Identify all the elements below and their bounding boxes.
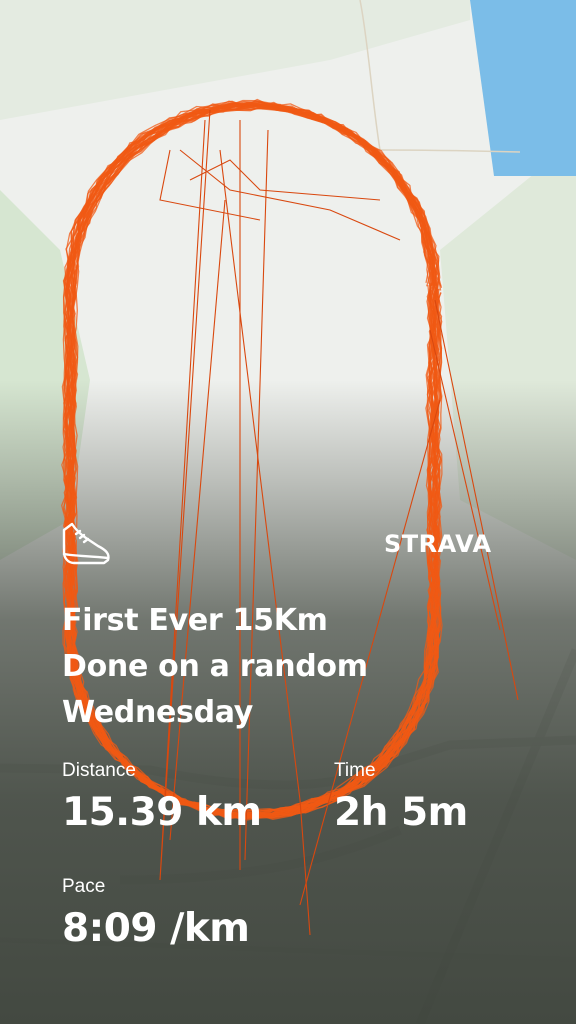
activity-title-line: First Ever 15Km (62, 603, 328, 638)
strava-logo: STRAVA (384, 530, 492, 558)
activity-title: First Ever 15Km Done on a random Wednesd… (62, 598, 522, 736)
pace-value: 8:09 /km (62, 906, 250, 951)
activity-title-line: Wednesday (62, 695, 254, 730)
stats-overlay: STRAVA First Ever 15Km Done on a random … (0, 0, 576, 1024)
time-value: 2h 5m (334, 790, 468, 835)
distance-label: Distance (62, 760, 136, 781)
running-shoe-icon (62, 522, 110, 565)
activity-title-line: Done on a random (62, 649, 368, 684)
share-card: STRAVA First Ever 15Km Done on a random … (0, 0, 576, 1024)
pace-label: Pace (62, 876, 106, 897)
time-label: Time (334, 760, 376, 781)
distance-value: 15.39 km (62, 790, 262, 835)
